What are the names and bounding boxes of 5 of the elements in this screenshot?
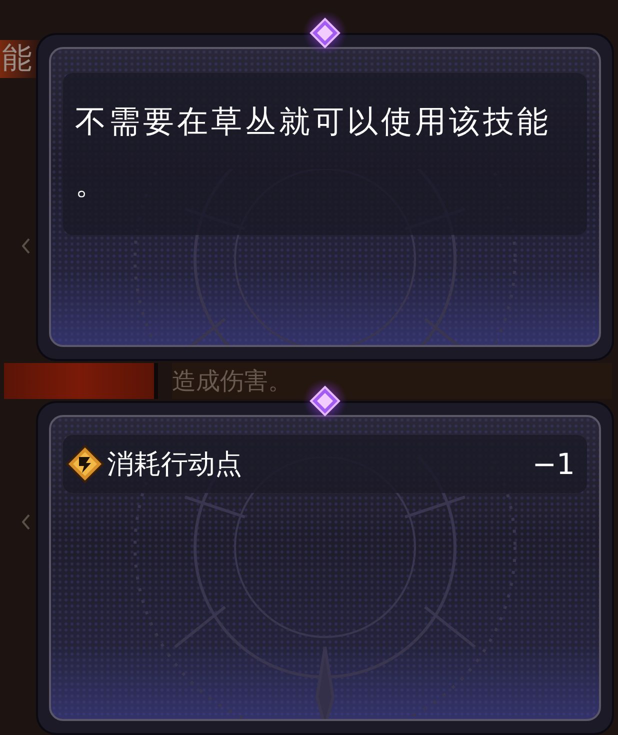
- skill-description: 不需要在草丛就可以使用该技能。: [75, 103, 552, 204]
- side-label: 能: [0, 40, 40, 78]
- cost-value: −1: [532, 447, 575, 481]
- cost-label: 消耗行动点: [107, 448, 243, 482]
- effect-text: 造成伤害。: [172, 363, 612, 399]
